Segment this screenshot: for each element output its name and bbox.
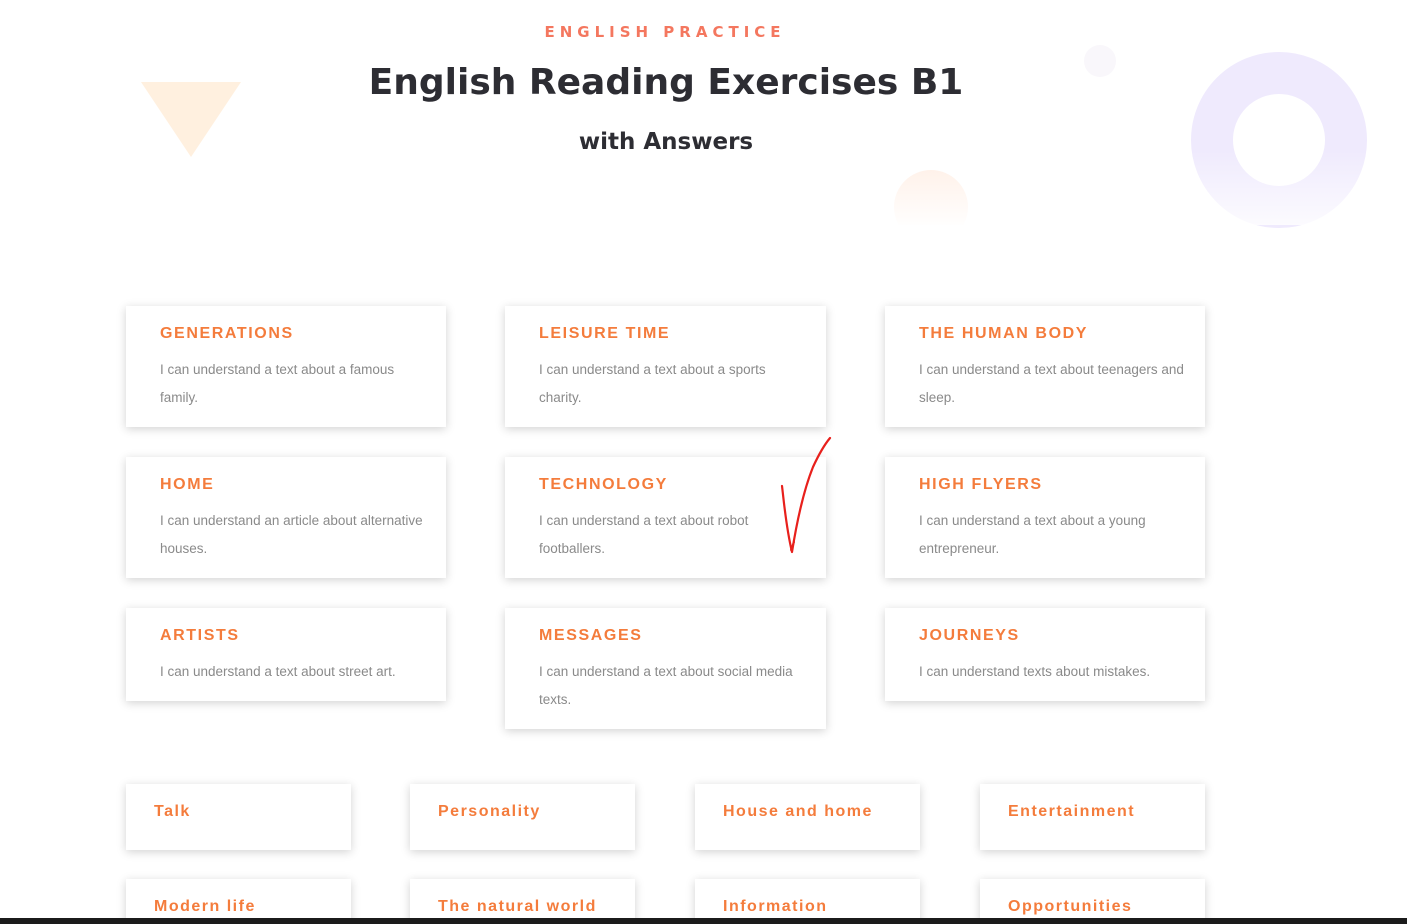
page: ENGLISH PRACTICE English Reading Exercis… (0, 0, 1407, 924)
card-description: I can understand a text about street art… (160, 664, 396, 679)
card-title[interactable]: ARTISTS (160, 627, 240, 645)
topic-label[interactable]: Personality (438, 803, 541, 821)
page-title: English Reading Exercises B1 (368, 62, 964, 103)
topic-label[interactable]: Talk (154, 803, 191, 821)
card-description: I can understand a text about social med… (539, 664, 793, 707)
topic-label[interactable]: The natural world (438, 898, 597, 916)
topic-label[interactable]: Information (723, 898, 828, 916)
card-description: I can understand a text about robot foot… (539, 513, 749, 556)
section-eyebrow: ENGLISH PRACTICE (544, 23, 786, 41)
topic-label[interactable]: Opportunities (1008, 898, 1132, 916)
exercise-card-messages[interactable]: MESSAGES I can understand a text about s… (505, 608, 826, 729)
exercise-card-generations[interactable]: GENERATIONS I can understand a text abou… (126, 306, 446, 427)
exercise-card-artists[interactable]: ARTISTS I can understand a text about st… (126, 608, 446, 701)
card-title[interactable]: MESSAGES (539, 627, 643, 645)
card-description: I can understand a text about teenagers … (919, 362, 1184, 405)
exercise-card-high-flyers[interactable]: HIGH FLYERS I can understand a text abou… (885, 457, 1205, 578)
card-title[interactable]: HOME (160, 476, 214, 494)
window-bottom-edge (0, 918, 1407, 924)
exercise-card-the-human-body[interactable]: THE HUMAN BODY I can understand a text a… (885, 306, 1205, 427)
card-title[interactable]: HIGH FLYERS (919, 476, 1043, 494)
decorative-half-circle (894, 170, 968, 225)
card-description: I can understand a text about a young en… (919, 513, 1146, 556)
exercise-card-leisure-time[interactable]: LEISURE TIME I can understand a text abo… (505, 306, 826, 427)
card-title[interactable]: THE HUMAN BODY (919, 325, 1088, 343)
topic-label[interactable]: Entertainment (1008, 803, 1135, 821)
exercise-card-journeys[interactable]: JOURNEYS I can understand texts about mi… (885, 608, 1205, 701)
topic-link-personality[interactable]: Personality (410, 784, 635, 850)
page-subtitle: with Answers (578, 129, 754, 155)
topic-link-house-and-home[interactable]: House and home (695, 784, 920, 850)
card-description: I can understand a text about a sports c… (539, 362, 766, 405)
card-title[interactable]: TECHNOLOGY (539, 476, 668, 494)
card-title[interactable]: GENERATIONS (160, 325, 294, 343)
topic-label[interactable]: House and home (723, 803, 873, 821)
topic-link-entertainment[interactable]: Entertainment (980, 784, 1205, 850)
card-title[interactable]: JOURNEYS (919, 627, 1020, 645)
card-description: I can understand a text about a famous f… (160, 362, 395, 405)
exercise-card-home[interactable]: HOME I can understand an article about a… (126, 457, 446, 578)
card-title[interactable]: LEISURE TIME (539, 325, 670, 343)
topic-label[interactable]: Modern life (154, 898, 256, 916)
topic-link-talk[interactable]: Talk (126, 784, 351, 850)
decorative-ring-fade (1180, 150, 1380, 225)
check-mark-icon (780, 436, 832, 554)
card-description: I can understand texts about mistakes. (919, 664, 1151, 679)
card-description: I can understand an article about altern… (160, 513, 423, 556)
